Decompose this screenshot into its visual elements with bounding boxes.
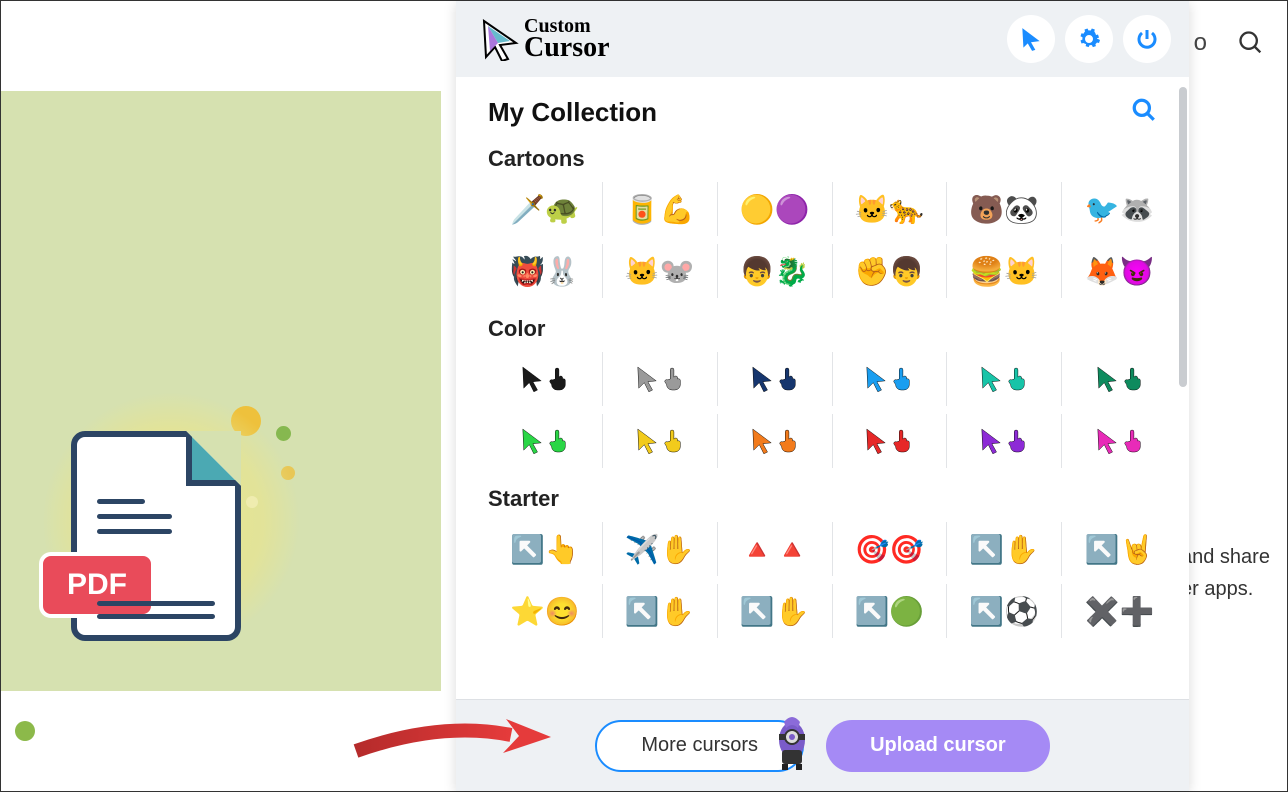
default-cursor-button[interactable]: [1007, 15, 1055, 63]
cursor-option-rainbow[interactable]: ↖️✋: [603, 584, 718, 638]
search-icon[interactable]: [1131, 97, 1157, 128]
cursor-option-outline[interactable]: ↖️✋: [947, 522, 1062, 576]
cursor-option-black[interactable]: [488, 352, 603, 406]
power-button[interactable]: [1123, 15, 1171, 63]
popup-header: Custom Cursor: [456, 1, 1189, 77]
cursor-option-popeye[interactable]: 🥫💪: [603, 182, 718, 236]
cursor-option-smiley[interactable]: ⭐😊: [488, 584, 603, 638]
category-title: Color: [488, 316, 1177, 342]
cursor-option-pixel[interactable]: ↖️🤘: [1062, 522, 1177, 576]
popup-footer: More cursors Upload cursor: [456, 699, 1189, 791]
minion-icon: [772, 716, 812, 772]
cursor-option-gray[interactable]: [603, 352, 718, 406]
cursor-option-tmnt[interactable]: 🗡️🐢: [488, 182, 603, 236]
my-collection-title: My Collection: [488, 97, 657, 128]
cursor-option-yellow[interactable]: [603, 414, 718, 468]
pdf-icon: PDF: [71, 431, 241, 641]
logo[interactable]: Custom Cursor: [478, 17, 610, 61]
logo-cursor-icon: [478, 17, 522, 61]
cursor-option-felix[interactable]: 🐱🐆: [833, 182, 948, 236]
page-search-icon[interactable]: [1237, 29, 1267, 59]
cursor-option-purple[interactable]: [947, 414, 1062, 468]
partial-nav-text: o: [1194, 29, 1207, 57]
cursor-option-regular[interactable]: 🐦🦝: [1062, 182, 1177, 236]
popup-body[interactable]: My Collection Cartoons 🗡️🐢🥫💪🟡🟣🐱🐆🐻🐼🐦🦝 👹🐰🐱🐭👦…: [456, 77, 1189, 699]
cursor-option-paper-plane[interactable]: ✈️✋: [603, 522, 718, 576]
cursor-option-holo[interactable]: ↖️✋: [718, 584, 833, 638]
cursor-option-darkgreen[interactable]: [1062, 352, 1177, 406]
upload-cursor-button[interactable]: Upload cursor: [826, 720, 1050, 772]
cursor-option-crosshair[interactable]: 🎯🎯: [833, 522, 948, 576]
scrollbar-thumb[interactable]: [1179, 87, 1187, 387]
cursor-option-patch[interactable]: ✖️➕: [1062, 584, 1177, 638]
cursor-option-slime[interactable]: ↖️🟢: [833, 584, 948, 638]
cursor-option-garfield[interactable]: 🍔🐱: [947, 244, 1062, 298]
settings-button[interactable]: [1065, 15, 1113, 63]
logo-text-line2: Cursor: [524, 35, 610, 60]
cursor-option-aqua[interactable]: ↖️👆: [488, 522, 603, 576]
more-cursors-button[interactable]: More cursors: [595, 720, 804, 772]
decor-dot: [276, 426, 291, 441]
page-body-text: and share er apps.: [1181, 541, 1270, 605]
extension-popup: Custom Cursor My Collection Cartoons 🗡️🐢🥫…: [456, 1, 1189, 791]
cursor-option-magenta[interactable]: [1062, 414, 1177, 468]
category-title: Starter: [488, 486, 1177, 512]
cursor-option-green[interactable]: [488, 414, 603, 468]
cursor-option-bears[interactable]: 🐻🐼: [947, 182, 1062, 236]
cursor-option-stone[interactable]: 🔺🔺: [718, 522, 833, 576]
hero-illustration: PDF: [1, 91, 441, 691]
decor-dot: [15, 721, 35, 741]
cursor-option-ben10[interactable]: ✊👦: [833, 244, 948, 298]
cursor-option-tom-jerry[interactable]: 🐱🐭: [603, 244, 718, 298]
cursor-option-navy[interactable]: [718, 352, 833, 406]
cursor-option-minions[interactable]: 🟡🟣: [718, 182, 833, 236]
cursor-option-dragon[interactable]: 👦🐉: [718, 244, 833, 298]
cursor-option-shrek[interactable]: 👹🐰: [488, 244, 603, 298]
cursor-option-red[interactable]: [833, 414, 948, 468]
upload-cursor-label: Upload cursor: [870, 734, 1006, 757]
more-cursors-label: More cursors: [641, 734, 758, 757]
cursor-option-blue[interactable]: [833, 352, 948, 406]
category-title: Cartoons: [488, 146, 1177, 172]
cursor-option-soccer[interactable]: ↖️⚽: [947, 584, 1062, 638]
cursor-option-orange[interactable]: [718, 414, 833, 468]
cursor-option-teal[interactable]: [947, 352, 1062, 406]
cursor-option-grinch[interactable]: 🦊😈: [1062, 244, 1177, 298]
